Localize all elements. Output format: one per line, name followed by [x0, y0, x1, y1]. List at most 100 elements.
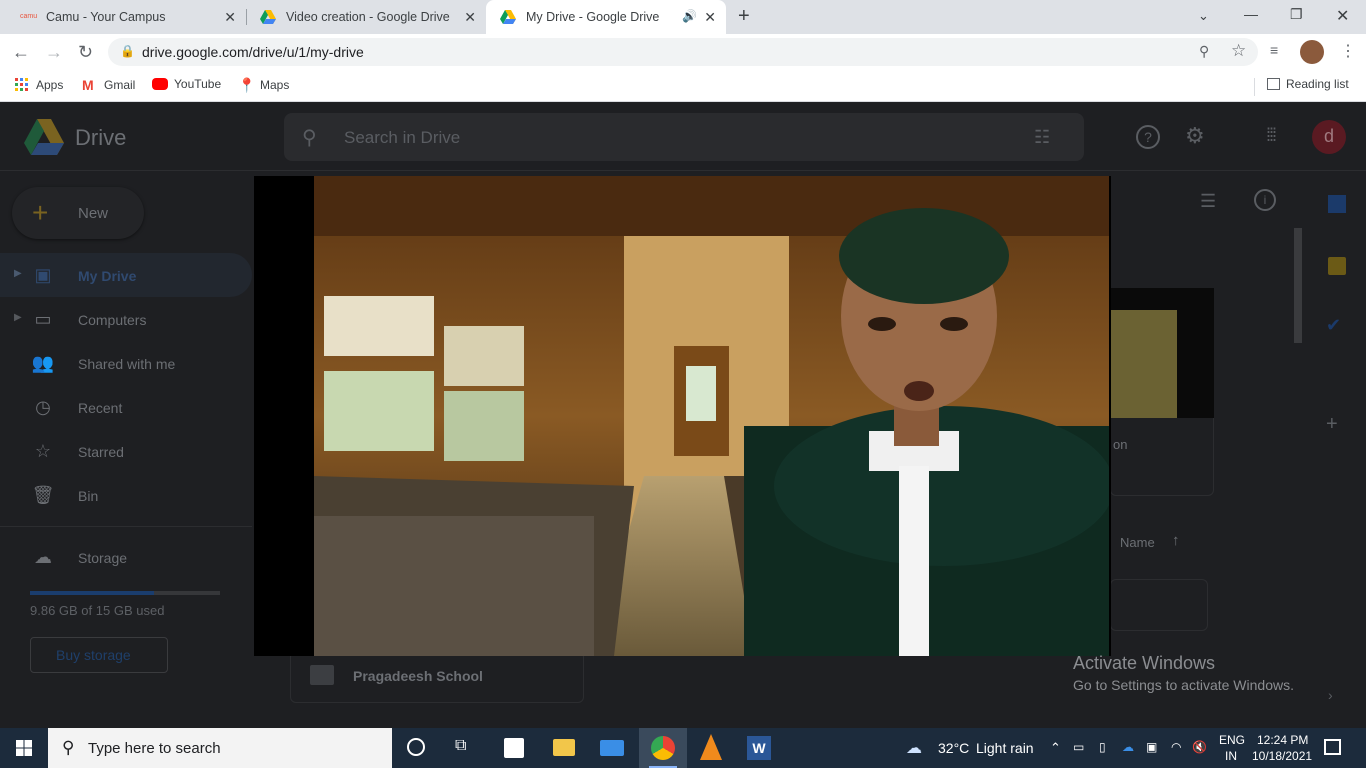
people-icon: 👥 — [31, 353, 55, 373]
search-icon[interactable]: ⚲ — [302, 125, 317, 150]
nav-computers[interactable]: ▭ Computers — [30, 306, 146, 334]
profile-avatar[interactable] — [1300, 40, 1324, 64]
back-button[interactable]: ← — [12, 42, 30, 63]
file-explorer-icon[interactable] — [553, 739, 575, 756]
volume-muted-icon[interactable]: 🔇 — [1192, 740, 1207, 754]
windows-start-icon[interactable] — [16, 740, 32, 756]
bookmark-apps[interactable]: Apps — [14, 77, 63, 93]
camu-icon: camu — [20, 13, 38, 20]
reading-list-label: Reading list — [1286, 77, 1349, 91]
search-input[interactable]: Search in Drive — [344, 128, 460, 148]
reload-button[interactable]: ↻ — [78, 42, 93, 63]
notification-icon[interactable] — [1324, 739, 1341, 755]
maps-pin-icon: 📍 — [238, 77, 256, 93]
chevron-up-icon[interactable]: ⌃ — [1050, 740, 1061, 756]
nav-label: Shared with me — [78, 356, 176, 372]
search-options-icon[interactable]: ☷ — [1034, 127, 1050, 148]
word-icon[interactable]: W — [747, 736, 771, 760]
video-frame — [254, 176, 1111, 656]
google-apps-icon[interactable]: ⁞⁞⁞ — [1266, 125, 1277, 146]
nav-label: Bin — [78, 488, 99, 504]
vlc-icon[interactable] — [700, 734, 722, 760]
search-icon: ⚲ — [62, 738, 75, 757]
google-drive-icon — [500, 10, 516, 24]
scrollbar[interactable] — [1294, 228, 1302, 343]
weather-temp[interactable]: 32°C — [938, 740, 969, 756]
keep-icon[interactable] — [1328, 257, 1346, 275]
sort-by-name[interactable]: Name — [1120, 535, 1155, 550]
display-icon[interactable]: ▣ — [1146, 740, 1157, 754]
calendar-icon[interactable] — [1328, 195, 1346, 213]
divider — [1254, 78, 1255, 96]
window-close-button[interactable]: ✕ — [1336, 6, 1349, 26]
weather-cloud-icon[interactable]: ☁ — [906, 738, 922, 758]
folder-card[interactable] — [1110, 579, 1208, 631]
close-icon[interactable]: ✕ — [704, 9, 716, 26]
lock-icon[interactable]: 🔒 — [120, 44, 135, 58]
clock-time[interactable]: 12:24 PM — [1257, 733, 1308, 747]
close-icon[interactable]: ✕ — [224, 9, 236, 26]
taskbar-search-input[interactable]: Type here to search — [88, 740, 221, 757]
tab-strip: camu Camu - Your Campus ✕ Video creation… — [0, 0, 1366, 34]
kebab-menu-icon[interactable]: ⋮ — [1340, 41, 1356, 61]
avatar[interactable]: d — [1312, 120, 1346, 154]
tab-video-creation[interactable]: Video creation - Google Drive ✕ — [246, 0, 486, 34]
tab-search-icon[interactable]: ⌄ — [1198, 8, 1209, 24]
close-icon[interactable]: ✕ — [464, 9, 476, 26]
mail-icon[interactable] — [600, 740, 624, 756]
tab-camu[interactable]: camu Camu - Your Campus ✕ — [6, 0, 246, 34]
bookmark-gmail[interactable]: M Gmail — [82, 77, 135, 93]
bookmark-maps[interactable]: 📍 Maps — [238, 77, 289, 93]
arrow-up-icon[interactable]: ↑ — [1172, 532, 1180, 549]
minimize-button[interactable]: — — [1244, 6, 1258, 22]
nav-recent[interactable]: ◷ Recent — [30, 394, 122, 422]
weather-desc[interactable]: Light rain — [976, 740, 1034, 756]
settings-gear-icon[interactable]: ⚙ — [1185, 123, 1205, 149]
zoom-icon[interactable]: ⚲ — [1199, 43, 1209, 60]
reading-list-icon — [1267, 78, 1280, 90]
bookmark-star-icon[interactable]: ☆ — [1231, 41, 1246, 61]
info-icon[interactable]: i — [1254, 189, 1276, 211]
bookmark-label: Apps — [36, 78, 64, 92]
cortana-icon[interactable] — [407, 738, 425, 756]
speaker-icon[interactable]: 🔊 — [682, 9, 697, 23]
device-icon[interactable]: ▯ — [1099, 740, 1106, 754]
nav-storage[interactable]: ☁ Storage — [30, 544, 127, 572]
onedrive-icon[interactable]: ☁ — [1122, 740, 1134, 754]
nav-starred[interactable]: ☆ Starred — [30, 438, 124, 466]
nav-shared-with-me[interactable]: 👥 Shared with me — [30, 350, 176, 378]
clock-date[interactable]: 10/18/2021 — [1252, 749, 1312, 763]
video-player[interactable] — [254, 176, 1111, 656]
drive-title: Drive — [75, 125, 127, 150]
nav-label: Computers — [78, 312, 147, 328]
nav-my-drive[interactable]: ▣ My Drive — [30, 262, 136, 290]
expand-arrow-icon[interactable]: ▶ — [14, 312, 22, 323]
restore-button[interactable]: ❐ — [1290, 6, 1303, 23]
chevron-right-icon[interactable]: › — [1328, 687, 1333, 703]
bookmark-youtube[interactable]: YouTube — [152, 77, 221, 91]
battery-icon[interactable]: ▭ — [1073, 740, 1084, 754]
store-icon[interactable] — [504, 738, 524, 758]
forward-button[interactable]: → — [45, 42, 63, 63]
url-text[interactable]: drive.google.com/drive/u/1/my-drive — [142, 44, 364, 60]
cloud-icon: ☁ — [34, 547, 52, 567]
thumbnail-image — [1111, 310, 1177, 418]
reading-list-button[interactable]: Reading list — [1267, 77, 1349, 91]
activate-windows-title: Activate Windows — [1073, 653, 1216, 673]
drive-logo-icon[interactable] — [24, 119, 64, 155]
expand-arrow-icon[interactable]: ▶ — [14, 268, 22, 279]
tasks-icon[interactable]: ✔ — [1326, 315, 1341, 336]
task-view-icon[interactable]: ⧉ — [455, 737, 466, 755]
language-top[interactable]: ENG — [1219, 733, 1245, 747]
nav-label: My Drive — [78, 268, 137, 284]
tab-my-drive[interactable]: My Drive - Google Drive 🔊 ✕ — [486, 0, 726, 34]
new-tab-button[interactable]: + — [738, 5, 750, 28]
add-addon-icon[interactable]: + — [1326, 413, 1338, 436]
nav-bin[interactable]: 🗑 Bin — [30, 482, 99, 510]
help-icon[interactable]: ? — [1136, 125, 1160, 149]
list-view-icon[interactable]: ☰ — [1200, 191, 1216, 212]
chrome-icon[interactable] — [651, 736, 675, 760]
media-control-icon[interactable]: ≡ — [1270, 42, 1278, 58]
language-bottom[interactable]: IN — [1225, 749, 1237, 763]
wifi-icon[interactable]: ◠ — [1171, 740, 1181, 754]
